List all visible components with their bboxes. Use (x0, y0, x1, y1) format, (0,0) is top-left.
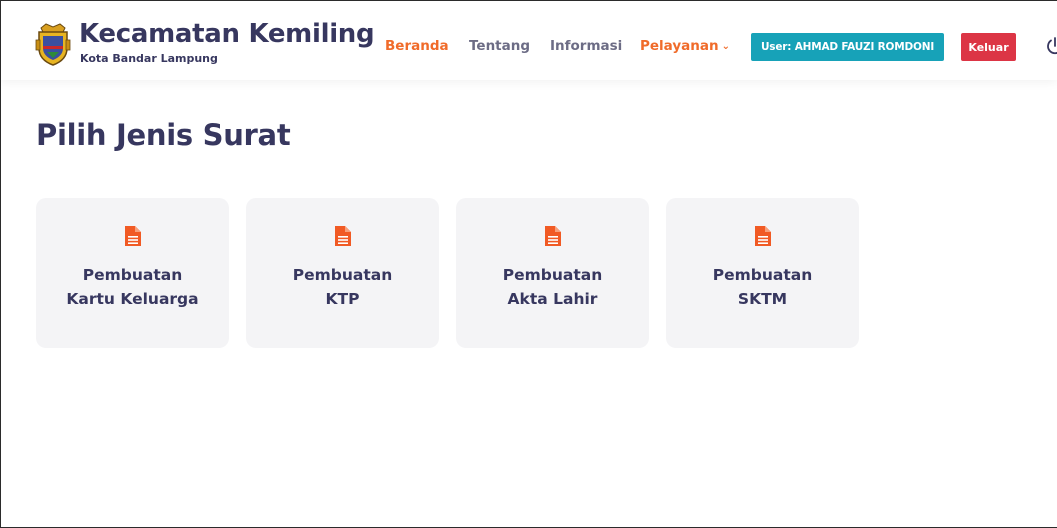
chevron-down-icon: ⌄ (721, 41, 731, 52)
brand-subtitle: Kota Bandar Lampung (80, 52, 218, 65)
nav-pelayanan-label: Pelayanan (640, 38, 719, 54)
card-akta-lahir[interactable]: Pembuatan Akta Lahir (456, 198, 649, 348)
page-title: Pilih Jenis Surat (36, 118, 291, 152)
document-icon (754, 226, 771, 246)
card-kartu-keluarga[interactable]: Pembuatan Kartu Keluarga (36, 198, 229, 348)
document-icon (334, 226, 351, 246)
crest-logo-icon[interactable] (35, 22, 71, 66)
document-icon (124, 226, 141, 246)
nav-beranda[interactable]: Beranda (385, 38, 449, 54)
nav-pelayanan[interactable]: Pelayanan ⌄ (640, 38, 730, 54)
document-icon (544, 226, 561, 246)
card-title-line2: KTP (325, 290, 360, 308)
brand-title[interactable]: Kecamatan Kemiling (79, 19, 375, 49)
user-badge[interactable]: User: AHMAD FAUZI ROMDONI (751, 33, 944, 61)
nav-tentang[interactable]: Tentang (469, 38, 530, 54)
card-title-line1: Pembuatan (292, 266, 393, 284)
logout-button[interactable]: Keluar (961, 33, 1016, 61)
card-title-line1: Pembuatan (712, 266, 813, 284)
card-title-line2: Akta Lahir (507, 290, 598, 308)
card-title-line1: Pembuatan (82, 266, 183, 284)
card-title-line2: Kartu Keluarga (66, 290, 199, 308)
card-sktm[interactable]: Pembuatan SKTM (666, 198, 859, 348)
nav-informasi[interactable]: Informasi (550, 38, 622, 54)
card-title-line2: SKTM (737, 290, 788, 308)
card-ktp[interactable]: Pembuatan KTP (246, 198, 439, 348)
power-icon[interactable] (1045, 36, 1057, 56)
site-header: Kecamatan Kemiling Kota Bandar Lampung B… (0, 0, 1057, 80)
card-title-line1: Pembuatan (502, 266, 603, 284)
